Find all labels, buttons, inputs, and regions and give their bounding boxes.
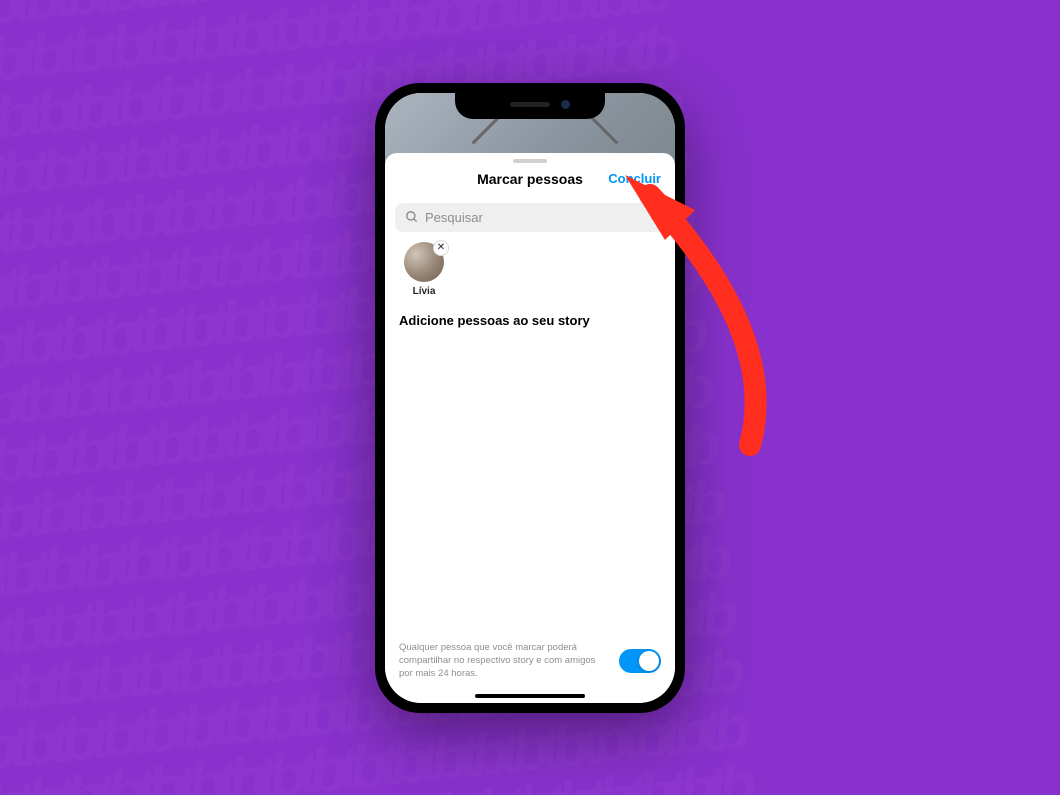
phone-notch [455, 93, 605, 119]
tagged-person[interactable]: ✕ Lívia [399, 242, 449, 297]
home-indicator[interactable] [475, 694, 585, 698]
share-toggle[interactable] [619, 649, 661, 673]
tag-people-sheet: Marcar pessoas Concluir Pesquisar ✕ Lívi… [385, 153, 675, 703]
close-icon: ✕ [437, 242, 445, 253]
remove-tag-button[interactable]: ✕ [433, 240, 449, 256]
camera-icon [561, 100, 570, 109]
tagged-person-name: Lívia [399, 286, 449, 297]
done-button[interactable]: Concluir [608, 171, 661, 186]
toggle-knob [639, 651, 659, 671]
footer-row: Qualquer pessoa que você marcar poderá c… [399, 642, 661, 680]
section-title: Adicione pessoas ao seu story [399, 313, 661, 328]
sheet-header: Marcar pessoas Concluir [385, 163, 675, 199]
search-placeholder: Pesquisar [425, 210, 483, 225]
phone-screen: Marcar pessoas Concluir Pesquisar ✕ Lívi… [385, 93, 675, 703]
sheet-title: Marcar pessoas [477, 171, 583, 187]
search-input[interactable]: Pesquisar [395, 203, 665, 232]
footer-disclaimer: Qualquer pessoa que você marcar poderá c… [399, 642, 607, 680]
search-icon [405, 210, 419, 224]
speaker-icon [510, 102, 550, 107]
phone-frame: Marcar pessoas Concluir Pesquisar ✕ Lívi… [375, 83, 685, 713]
